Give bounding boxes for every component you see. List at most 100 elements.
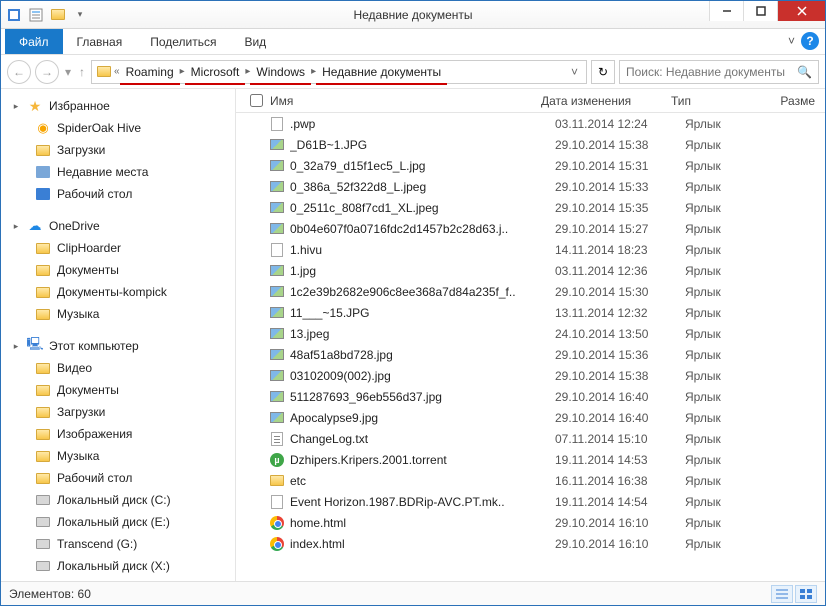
up-button[interactable]: ↑ (77, 65, 87, 79)
thumbnails-view-button[interactable] (795, 585, 817, 603)
tab-share[interactable]: Поделиться (136, 29, 230, 54)
sidebar-item[interactable]: Изображения (1, 423, 235, 445)
address-dropdown-icon[interactable]: ˅ (567, 65, 582, 79)
sidebar-item[interactable]: Локальный диск (C:) (1, 489, 235, 511)
file-row[interactable]: 1.hivu14.11.2014 18:23Ярлык (236, 239, 825, 260)
file-row[interactable]: 1.jpg03.11.2014 12:36Ярлык (236, 260, 825, 281)
sidebar-item[interactable]: Рабочий стол (1, 467, 235, 489)
minimize-button[interactable] (709, 1, 743, 21)
breadcrumb-recent[interactable]: Недавние документы (318, 65, 445, 79)
file-type: Ярлык (685, 243, 785, 257)
sidebar-item[interactable]: Документы (1, 379, 235, 401)
file-row[interactable]: Apocalypse9.jpg29.10.2014 16:40Ярлык (236, 407, 825, 428)
address-bar[interactable]: « Roaming ▸ Microsoft ▸ Windows ▸ Недавн… (91, 60, 587, 84)
sidebar-item[interactable]: Загрузки (1, 401, 235, 423)
file-row[interactable]: 0_386a_52f322d8_L.jpeg29.10.2014 15:33Яр… (236, 176, 825, 197)
file-row[interactable]: _D61B~1.JPG29.10.2014 15:38Ярлык (236, 134, 825, 155)
sidebar-item-label: Изображения (57, 427, 132, 441)
sidebar-item[interactable]: Локальный диск (E:) (1, 511, 235, 533)
file-row[interactable]: .pwp03.11.2014 12:24Ярлык (236, 113, 825, 134)
maximize-button[interactable] (743, 1, 777, 21)
column-size[interactable]: Разме (771, 94, 825, 108)
folder-icon (35, 382, 51, 398)
recent-icon (35, 164, 51, 180)
details-view-button[interactable] (771, 585, 793, 603)
select-all-checkbox[interactable] (244, 94, 268, 107)
tab-view[interactable]: Вид (230, 29, 280, 54)
search-box[interactable]: 🔍 (619, 60, 819, 84)
file-name: Event Horizon.1987.BDRip-AVC.PT.mk.. (290, 495, 555, 509)
file-row[interactable]: 11___~15.JPG13.11.2014 12:32Ярлык (236, 302, 825, 323)
sidebar-item[interactable]: Музыка (1, 303, 235, 325)
sidebar-item[interactable]: ◉SpiderOak Hive (1, 117, 235, 139)
file-row[interactable]: etc16.11.2014 16:38Ярлык (236, 470, 825, 491)
search-icon[interactable]: 🔍 (797, 65, 812, 79)
file-row[interactable]: 0b04e607f0a0716fdc2d1457b2c28d63.j..29.1… (236, 218, 825, 239)
chevron-right-icon[interactable]: ▸ (180, 66, 185, 77)
status-bar: Элементов: 60 (1, 581, 825, 605)
sidebar-thispc-header[interactable]: ▸🖳Этот компьютер (1, 335, 235, 357)
refresh-button[interactable]: ↻ (591, 60, 615, 84)
file-row[interactable]: 03102009(002).jpg29.10.2014 15:38Ярлык (236, 365, 825, 386)
file-row[interactable]: 0_2511c_808f7cd1_XL.jpeg29.10.2014 15:35… (236, 197, 825, 218)
column-date[interactable]: Дата изменения (541, 94, 671, 108)
help-icon[interactable]: ? (801, 32, 819, 50)
sidebar-onedrive-header[interactable]: ▸☁OneDrive (1, 215, 235, 237)
history-dropdown-icon[interactable]: ▾ (63, 65, 73, 79)
file-name: 0b04e607f0a0716fdc2d1457b2c28d63.j.. (290, 222, 555, 236)
file-row[interactable]: µDzhipers.Kripers.2001.torrent19.11.2014… (236, 449, 825, 470)
sidebar-item-label: Transcend (G:) (57, 537, 137, 551)
search-input[interactable] (626, 65, 797, 79)
close-button[interactable] (777, 1, 825, 21)
img-icon (268, 305, 286, 321)
sidebar-item[interactable]: Видео (1, 357, 235, 379)
spideroak-icon: ◉ (35, 120, 51, 136)
column-type[interactable]: Тип (671, 94, 771, 108)
drive-icon (35, 514, 51, 530)
sidebar-item[interactable]: Недавние места (1, 161, 235, 183)
breadcrumb-windows[interactable]: Windows (252, 65, 309, 79)
sidebar-item[interactable]: Музыка (1, 445, 235, 467)
quick-access-toolbar: ▾ (1, 6, 89, 24)
torrent-icon: µ (268, 452, 286, 468)
sidebar-item[interactable]: Документы-kompick (1, 281, 235, 303)
sidebar-item[interactable]: Локальный диск (X:) (1, 555, 235, 577)
file-row[interactable]: 48af51a8bd728.jpg29.10.2014 15:36Ярлык (236, 344, 825, 365)
sidebar-item[interactable]: Transcend (G:) (1, 533, 235, 555)
sidebar-item[interactable]: Загрузки (1, 139, 235, 161)
column-name[interactable]: Имя (268, 94, 541, 108)
sidebar-item-label: Видео (57, 361, 92, 375)
file-list[interactable]: .pwp03.11.2014 12:24Ярлык_D61B~1.JPG29.1… (236, 113, 825, 581)
img-icon (268, 179, 286, 195)
chevron-right-icon[interactable]: ▸ (311, 66, 316, 77)
qat-dropdown-icon[interactable]: ▾ (71, 6, 89, 24)
chevron-right-icon[interactable]: ▸ (245, 66, 250, 77)
sidebar-item[interactable]: ClipHoarder (1, 237, 235, 259)
ribbon-expand-icon[interactable]: ˅ (788, 34, 795, 48)
file-row[interactable]: 511287693_96eb556d37.jpg29.10.2014 16:40… (236, 386, 825, 407)
img-icon (268, 137, 286, 153)
sidebar-item[interactable]: Документы (1, 259, 235, 281)
tab-file[interactable]: Файл (5, 29, 63, 54)
breadcrumb-roaming[interactable]: Roaming (122, 65, 178, 79)
back-button[interactable]: ← (7, 60, 31, 84)
new-folder-icon[interactable] (49, 6, 67, 24)
forward-button[interactable]: → (35, 60, 59, 84)
file-row[interactable]: index.html29.10.2014 16:10Ярлык (236, 533, 825, 554)
folder-icon (35, 448, 51, 464)
file-row[interactable]: Event Horizon.1987.BDRip-AVC.PT.mk..19.1… (236, 491, 825, 512)
file-row[interactable]: 0_32a79_d15f1ec5_L.jpg29.10.2014 15:31Яр… (236, 155, 825, 176)
img-icon (268, 200, 286, 216)
sidebar-favorites-header[interactable]: ▸★Избранное (1, 95, 235, 117)
file-row[interactable]: home.html29.10.2014 16:10Ярлык (236, 512, 825, 533)
file-row[interactable]: ChangeLog.txt07.11.2014 15:10Ярлык (236, 428, 825, 449)
file-name: 0_2511c_808f7cd1_XL.jpeg (290, 201, 555, 215)
file-row[interactable]: 1c2e39b2682e906c8ee368a7d84a235f_f..29.1… (236, 281, 825, 302)
drive-icon (35, 536, 51, 552)
properties-icon[interactable] (27, 6, 45, 24)
file-type: Ярлык (685, 390, 785, 404)
file-row[interactable]: 13.jpeg24.10.2014 13:50Ярлык (236, 323, 825, 344)
breadcrumb-microsoft[interactable]: Microsoft (187, 65, 244, 79)
sidebar-item[interactable]: Рабочий стол (1, 183, 235, 205)
tab-home[interactable]: Главная (63, 29, 137, 54)
